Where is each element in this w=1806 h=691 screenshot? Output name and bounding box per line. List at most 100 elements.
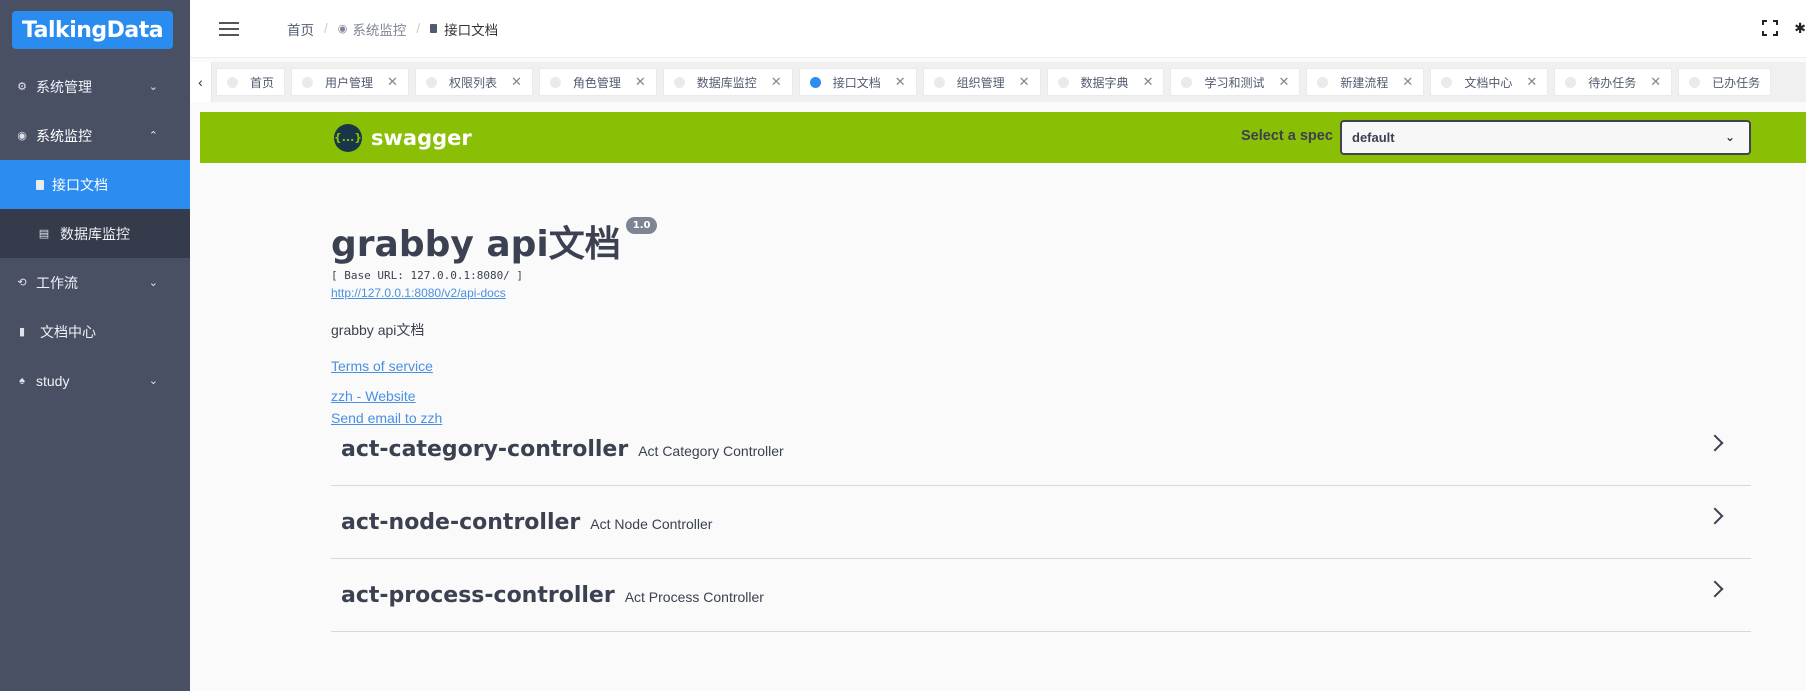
tab-new-process[interactable]: 新建流程 ✕ — [1306, 68, 1425, 96]
chevron-down-icon: ⌄ — [148, 277, 158, 289]
tab-doc-center[interactable]: 文档中心 ✕ — [1430, 68, 1549, 96]
sidebar-item-workflow[interactable]: ⟲ 工作流 ⌄ — [0, 258, 190, 307]
tab-label: 用户管理 — [325, 75, 374, 90]
sidebar-item-label: 系统管理 — [36, 78, 92, 95]
submenu-system-monitor: 接口文档 ▤ 数据库监控 — [0, 160, 190, 258]
close-icon[interactable]: ✕ — [895, 74, 906, 90]
sidebar-item-db-monitor[interactable]: ▤ 数据库监控 — [0, 209, 190, 258]
tab-label: 文档中心 — [1464, 75, 1513, 90]
tab-label: 已办任务 — [1712, 75, 1761, 90]
chevron-down-icon: ⌄ — [148, 375, 158, 387]
tab-dot-icon — [549, 76, 561, 88]
tab-label: 学习和测试 — [1204, 75, 1265, 90]
tab-api-docs[interactable]: 接口文档 ✕ — [798, 68, 917, 96]
tabs-bar: ‹ 首页 用户管理 ✕ 权限列表 ✕ 角色管理 ✕ 数据库监控 ✕ 接口文档 ✕ 组织管理… — [190, 62, 1806, 102]
document-icon — [430, 24, 438, 33]
tab-dot-icon — [673, 76, 685, 88]
breadcrumb-separator: / — [416, 21, 421, 36]
sidebar: TalkingData ⚙ 系统管理 ⌄ ◉ 系统监控 ⌃ 接口文档 ▤ 数据库… — [0, 0, 190, 691]
workflow-icon: ⟲ — [17, 277, 27, 289]
controller-section[interactable]: act-node-controller Act Node Controller — [331, 486, 1751, 559]
tab-dot-icon — [1689, 76, 1701, 88]
chevron-down-icon: ⌄ — [1724, 130, 1735, 144]
swagger-content: grabby api文档 1.0 [ Base URL: 127.0.0.1:8… — [200, 163, 1806, 691]
spec-label: Select a spec — [1241, 128, 1333, 144]
sidebar-item-doc-center[interactable]: ▮ 文档中心 — [0, 307, 190, 356]
tab-done-tasks[interactable]: 已办任务 — [1678, 68, 1772, 96]
chevron-right-icon — [1706, 580, 1724, 598]
menu-toggle-icon[interactable] — [219, 18, 239, 40]
breadcrumb-current: 接口文档 — [444, 22, 499, 38]
sidebar-item-label: 系统监控 — [36, 127, 92, 144]
breadcrumb-system-monitor: 系统监控 — [352, 22, 407, 38]
sidebar-item-api-docs[interactable]: 接口文档 — [0, 160, 190, 209]
sidebar-item-label: 接口文档 — [52, 176, 108, 193]
tab-learn-and-test[interactable]: 学习和测试 ✕ — [1170, 68, 1301, 96]
tab-user-management[interactable]: 用户管理 ✕ — [291, 68, 409, 96]
tab-label: 新建流程 — [1340, 75, 1389, 90]
top-header: 首页 / ◉ 系统监控 / 接口文档 ✱ — [190, 0, 1806, 58]
controller-section[interactable]: act-category-controller Act Category Con… — [331, 413, 1751, 486]
version-badge: 1.0 — [625, 217, 658, 234]
bug-icon[interactable]: ✱ — [1794, 20, 1806, 37]
close-icon[interactable]: ✕ — [771, 74, 782, 90]
swagger-logo[interactable]: {...} swagger — [334, 123, 472, 152]
tab-label: 角色管理 — [572, 75, 621, 90]
logo-area: TalkingData — [0, 0, 190, 60]
controller-name: act-node-controller — [341, 509, 581, 535]
fullscreen-icon[interactable] — [1762, 20, 1778, 36]
tab-dot-icon — [302, 76, 314, 88]
tab-dot-icon — [1181, 76, 1193, 88]
close-icon[interactable]: ✕ — [1650, 74, 1661, 90]
database-icon: ▤ — [38, 228, 50, 240]
tab-dot-icon — [933, 76, 945, 88]
tab-label: 数据库监控 — [696, 75, 757, 90]
eye-icon: ◉ — [17, 130, 27, 142]
website-link[interactable]: zzh - Website — [331, 388, 657, 404]
close-icon[interactable]: ✕ — [1526, 74, 1537, 90]
chevron-left-icon[interactable]: ‹ — [190, 62, 212, 102]
tab-label: 待办任务 — [1588, 75, 1637, 90]
base-url: [ Base URL: 127.0.0.1:8080/ ] — [331, 269, 524, 282]
close-icon[interactable]: ✕ — [1402, 74, 1413, 90]
tab-db-monitor[interactable]: 数据库监控 ✕ — [662, 68, 793, 96]
sidebar-item-study[interactable]: ♠ study ⌄ — [0, 356, 190, 405]
close-icon[interactable]: ✕ — [511, 74, 522, 90]
tab-home[interactable]: 首页 — [216, 68, 286, 96]
tab-todo-tasks[interactable]: 待办任务 ✕ — [1554, 68, 1673, 96]
tab-label: 权限列表 — [448, 75, 497, 90]
tab-data-dictionary[interactable]: 数据字典 ✕ — [1046, 68, 1165, 96]
tab-role-management[interactable]: 角色管理 ✕ — [538, 68, 657, 96]
controller-description: Act Category Controller — [638, 443, 784, 459]
api-docs-link[interactable]: http://127.0.0.1:8080/v2/api-docs — [331, 286, 657, 300]
close-icon[interactable]: ✕ — [387, 74, 398, 90]
swagger-logo-text: swagger — [371, 125, 472, 150]
api-title-row: grabby api文档 1.0 — [331, 215, 658, 267]
tab-dot-icon — [227, 76, 238, 88]
document-icon: ▮ — [18, 326, 26, 338]
tab-list: 首页 用户管理 ✕ 权限列表 ✕ 角色管理 ✕ 数据库监控 ✕ 接口文档 ✕ 组织管理 ✕ … — [212, 68, 1777, 96]
terms-of-service-link[interactable]: Terms of service — [331, 358, 657, 374]
breadcrumb-home[interactable]: 首页 — [287, 19, 314, 39]
tab-dot-icon — [1317, 76, 1329, 88]
sidebar-item-system-management[interactable]: ⚙ 系统管理 ⌄ — [0, 62, 190, 111]
controller-description: Act Process Controller — [624, 589, 764, 605]
close-icon[interactable]: ✕ — [1278, 74, 1289, 90]
close-icon[interactable]: ✕ — [1143, 74, 1154, 90]
sidebar-item-system-monitor[interactable]: ◉ 系统监控 ⌃ — [0, 111, 190, 160]
tab-dot-icon — [809, 76, 821, 88]
tab-permission-list[interactable]: 权限列表 ✕ — [414, 68, 533, 96]
tab-org-management[interactable]: 组织管理 ✕ — [922, 68, 1041, 96]
close-icon[interactable]: ✕ — [635, 74, 646, 90]
sidebar-item-label: 数据库监控 — [60, 225, 130, 242]
controller-name: act-category-controller — [341, 436, 629, 462]
close-icon[interactable]: ✕ — [1019, 74, 1030, 90]
controller-list: act-category-controller Act Category Con… — [331, 413, 1751, 632]
chevron-right-icon — [1706, 507, 1724, 525]
controller-section[interactable]: act-process-controller Act Process Contr… — [331, 559, 1751, 632]
brand-logo[interactable]: TalkingData — [12, 11, 174, 49]
spec-select[interactable]: default ⌄ — [1340, 120, 1751, 155]
api-info: grabby api文档 1.0 [ Base URL: 127.0.0.1:8… — [331, 215, 658, 426]
api-description: grabby api文档 — [331, 322, 425, 338]
tab-label: 组织管理 — [956, 75, 1005, 90]
